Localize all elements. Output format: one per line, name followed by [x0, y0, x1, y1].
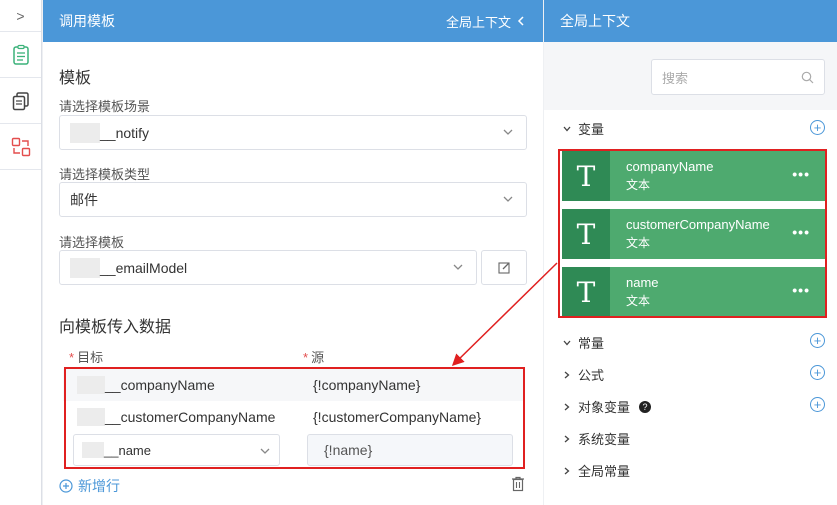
rail-checklist-button[interactable]: [0, 32, 41, 78]
target-column-label: 目标: [77, 350, 104, 365]
template-panel: 调用模板 全局上下文 模板 请选择模板场景 __notify 请选择模板类型 邮…: [43, 0, 543, 505]
group-formulas[interactable]: 公式: [562, 365, 604, 384]
edit-icon: [497, 262, 510, 274]
add-constant-icon[interactable]: +: [810, 333, 825, 348]
group-label: 全局常量: [578, 464, 631, 479]
highlight-box: [64, 367, 525, 469]
search-placeholder: 搜索: [662, 70, 689, 86]
delete-row-button[interactable]: [511, 476, 525, 497]
add-formula-icon[interactable]: +: [810, 365, 825, 380]
expand-toggle[interactable]: >: [0, 0, 41, 32]
target-column-header: * 目标: [69, 347, 103, 366]
template-select[interactable]: __emailModel: [59, 250, 477, 285]
global-context-panel: 全局上下文 搜索 变量 + T companyName 文本 ••• T cust…: [544, 0, 837, 505]
group-label: 常量: [578, 336, 605, 351]
plus-circle-icon: [59, 479, 73, 493]
chevron-down-icon: [503, 196, 513, 202]
scene-label: 请选择模板场景: [59, 99, 151, 114]
group-object-variables[interactable]: 对象变量 ?: [562, 397, 652, 416]
search-icon: [801, 71, 814, 84]
group-label: 变量: [578, 122, 605, 137]
redacted-prefix: [70, 257, 100, 278]
trash-icon: [512, 476, 524, 492]
global-context-toggle[interactable]: 全局上下文: [446, 12, 525, 31]
group-constants[interactable]: 常量: [562, 333, 604, 352]
chevron-right-icon: [564, 467, 570, 474]
group-variables[interactable]: 变量: [562, 119, 604, 138]
app-root: > 调用模板 全局上下文 模板 请选择模板场景 __notify 请选择模板类型…: [0, 0, 837, 505]
chevron-down-icon: [503, 129, 513, 135]
required-mark: *: [69, 350, 75, 365]
rail-swap-button[interactable]: [0, 124, 41, 170]
help-icon[interactable]: ?: [639, 400, 652, 413]
global-context-label: 全局上下文: [445, 14, 511, 30]
scene-select[interactable]: __notify: [59, 115, 527, 150]
edit-template-button[interactable]: [481, 250, 527, 285]
required-mark: *: [303, 350, 309, 365]
type-select[interactable]: 邮件: [59, 182, 527, 217]
checklist-icon: [12, 44, 29, 65]
template-panel-header: 调用模板 全局上下文: [43, 0, 543, 42]
add-object-variable-icon[interactable]: +: [810, 397, 825, 412]
chevron-right-icon: [564, 435, 570, 442]
chevron-right-icon: [564, 371, 570, 378]
redacted-prefix: [70, 122, 100, 143]
group-label: 公式: [578, 368, 605, 383]
chevron-down-icon: [453, 264, 463, 270]
chevron-down-icon: [563, 340, 571, 345]
left-rail: >: [0, 0, 42, 505]
source-column-header: * 源: [303, 347, 324, 366]
context-tree: 变量 + T companyName 文本 ••• T customerCompa…: [544, 110, 837, 505]
group-global-constants[interactable]: 全局常量: [562, 461, 630, 480]
group-label: 对象变量: [578, 400, 631, 415]
search-input[interactable]: 搜索: [651, 59, 825, 95]
group-system-variables[interactable]: 系统变量: [562, 429, 630, 448]
global-context-header: 全局上下文: [544, 0, 837, 42]
rail-copy-button[interactable]: [0, 78, 41, 124]
chevron-right-icon: [564, 403, 570, 410]
type-value: 邮件: [70, 191, 98, 208]
template-label: 请选择模板: [59, 235, 125, 250]
add-variable-icon[interactable]: +: [810, 120, 825, 135]
source-column-label: 源: [311, 350, 325, 365]
search-area: 搜索: [544, 42, 837, 110]
chevron-down-icon: [563, 126, 571, 131]
highlight-box: [558, 149, 827, 318]
type-label: 请选择模板类型: [59, 167, 151, 182]
swap-icon: [11, 137, 30, 156]
add-row-button[interactable]: 新增行: [59, 476, 120, 496]
add-row-label: 新增行: [78, 478, 120, 494]
copy-icon: [12, 91, 29, 110]
panel-title: 调用模板: [59, 13, 115, 29]
scene-value: __notify: [100, 124, 150, 141]
template-value: __emailModel: [100, 259, 188, 276]
section-template-title: 模板: [59, 70, 92, 87]
group-label: 系统变量: [578, 432, 631, 447]
chevron-left-icon: [517, 16, 524, 26]
section-pass-data-title: 向模板传入数据: [59, 319, 172, 336]
